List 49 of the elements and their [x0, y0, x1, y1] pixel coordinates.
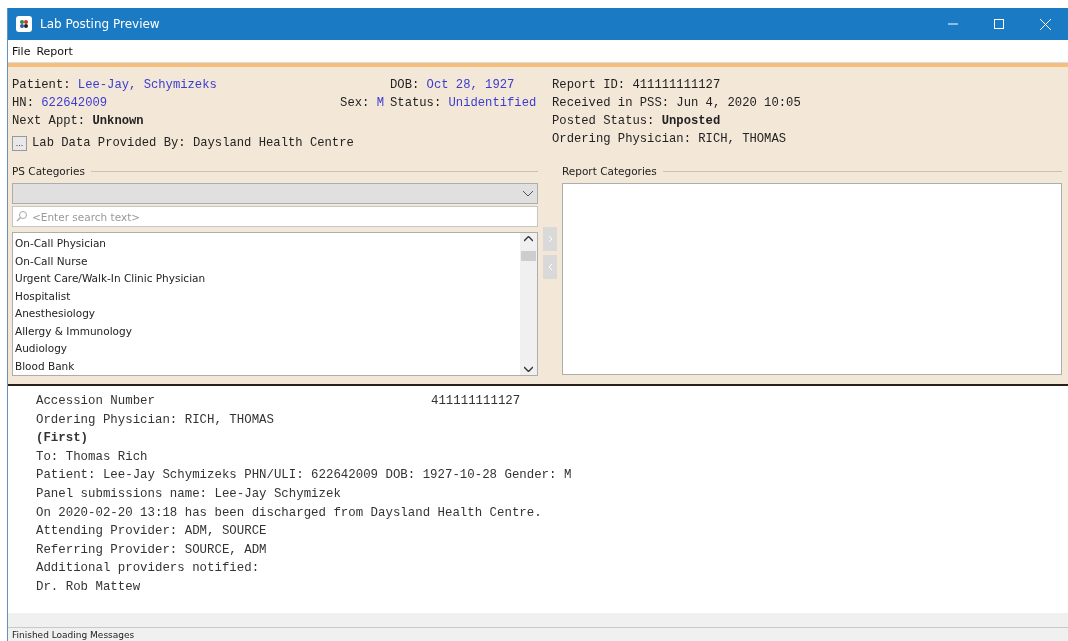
list-item[interactable]: On-Call Physician [13, 235, 520, 253]
list-item[interactable]: Anesthesiology [13, 305, 520, 323]
scroll-thumb[interactable] [521, 251, 536, 261]
report-line: Panel submissions name: Lee-Jay Schymizek [36, 485, 342, 503]
list-item[interactable]: Urgent Care/Walk-In Clinic Physician [13, 270, 520, 288]
list-item[interactable]: Audiology [13, 340, 520, 358]
search-field[interactable]: <Enter search text> [12, 206, 538, 227]
info-field: Posted Status: Unposted [552, 113, 801, 129]
report-line: To: Thomas Rich [36, 448, 149, 466]
report-line: 411111111127 [431, 393, 521, 410]
report-line: (First) [36, 430, 90, 448]
report-line: Referring Provider: SOURCE, ADM [36, 541, 268, 559]
report-line: Dr. Rob Mattew [36, 578, 142, 596]
horizontal-scrollbar[interactable] [8, 613, 1068, 627]
info-field: Patient: Lee-Jay, Schymizeks [12, 77, 341, 93]
info-field: Report ID: 411111111127 [552, 77, 801, 93]
menu-item[interactable]: Report [36, 44, 73, 58]
list-item[interactable]: Hospitalist [13, 287, 520, 305]
menu-item[interactable]: File [12, 44, 31, 58]
report-line: Attending Provider: ADM, SOURCE [36, 523, 268, 541]
details-button[interactable]: ... [12, 135, 27, 151]
scroll-up-icon[interactable] [524, 236, 533, 242]
app-icon [16, 16, 32, 32]
report-line: Patient: Lee-Jay Schymizeks PHN/ULI: 622642009 DOB: 1927-10-28 Gender: M [36, 467, 573, 485]
scroll-down-icon[interactable] [524, 366, 533, 372]
info-field: DOB: Oct 28, 1927 [384, 77, 544, 93]
group-title: Report Categories [562, 165, 657, 177]
list-item[interactable]: On-Call Nurse [13, 252, 520, 270]
list-item[interactable]: Allergy & Immunology [13, 322, 520, 340]
close-icon [1039, 18, 1051, 30]
report-line: On 2020-02-20 13:18 has been discharged from Daysland Health Centre. [36, 504, 543, 522]
provider-text: Lab Data Provided By: Daysland Health Centre [32, 135, 354, 151]
group-title: PS Categories [12, 165, 85, 177]
info-field: Received in PSS: Jun 4, 2020 10:05 [552, 95, 801, 111]
info-field: Next Appt: Unknown [12, 113, 341, 129]
status-text: Finished Loading Messages [12, 629, 135, 640]
info-field: Sex: M [340, 95, 384, 111]
info-field: Ordering Physician: RICH, THOMAS [552, 131, 801, 147]
chevron-down-icon [523, 190, 533, 197]
list-item[interactable]: Blood Bank [13, 357, 520, 375]
scrollbar[interactable] [520, 233, 537, 375]
info-field: Status: Unidentified [384, 95, 544, 111]
window-title: Lab Posting Preview [40, 17, 161, 31]
info-field: HN: 622642009 [12, 95, 341, 111]
report-line: Accession Number [36, 393, 156, 410]
report-line: Additional providers notified: [36, 560, 261, 578]
maximize-icon [994, 19, 1004, 29]
report-line: Ordering Physician: RICH, THOMAS [36, 411, 275, 429]
category-dropdown[interactable] [12, 183, 538, 204]
